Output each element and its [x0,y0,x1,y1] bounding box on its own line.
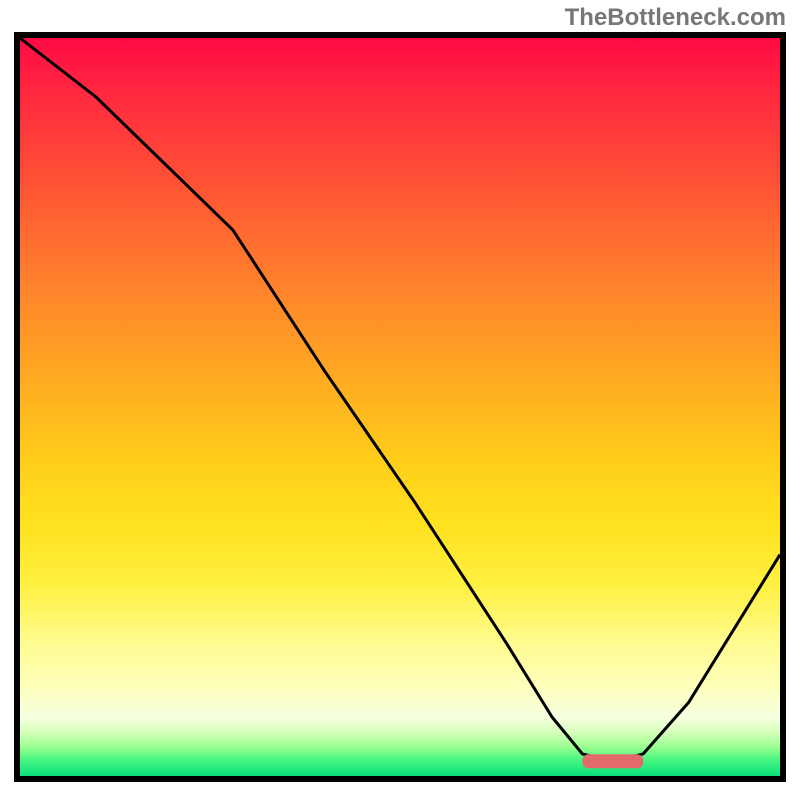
bottleneck-curve-line [20,38,780,761]
watermark-text: TheBottleneck.com [565,4,786,32]
chart-svg [20,38,780,776]
optimal-marker [582,754,643,768]
chart-frame [14,32,786,782]
